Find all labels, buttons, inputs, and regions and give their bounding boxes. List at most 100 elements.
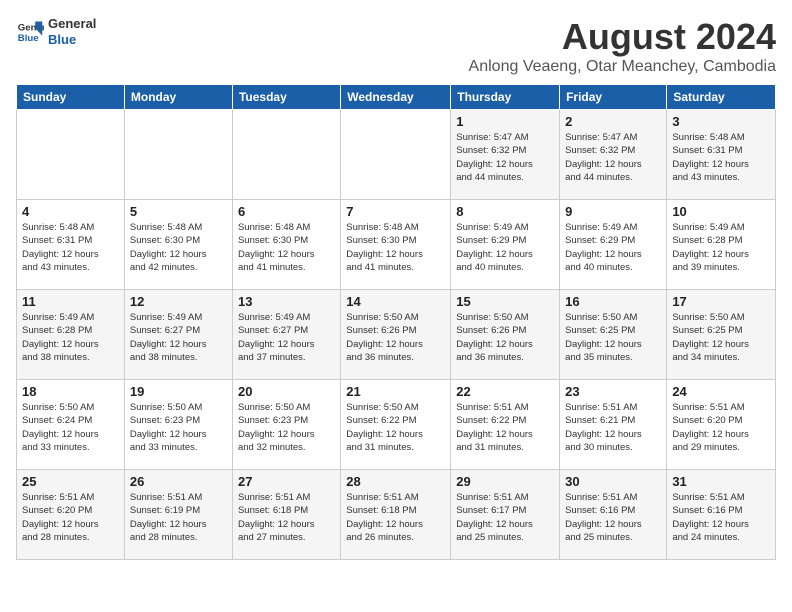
day-cell: 12 Sunrise: 5:49 AM Sunset: 6:27 PM Dayli… <box>124 290 232 380</box>
day-number: 13 <box>238 294 335 309</box>
day-info: Sunrise: 5:51 AM Sunset: 6:16 PM Dayligh… <box>565 491 661 544</box>
day-number: 8 <box>456 204 554 219</box>
day-info: Sunrise: 5:51 AM Sunset: 6:18 PM Dayligh… <box>346 491 445 544</box>
day-cell: 4 Sunrise: 5:48 AM Sunset: 6:31 PM Daylig… <box>17 200 125 290</box>
day-cell: 6Sunrise: 5:48 AM Sunset: 6:30 PM Daylig… <box>232 200 340 290</box>
day-cell: 21 Sunrise: 5:50 AM Sunset: 6:22 PM Dayli… <box>341 380 451 470</box>
day-cell: 3Sunrise: 5:48 AM Sunset: 6:31 PM Daylig… <box>667 110 776 200</box>
day-cell: 24Sunrise: 5:51 AM Sunset: 6:20 PM Dayli… <box>667 380 776 470</box>
day-info: Sunrise: 5:50 AM Sunset: 6:22 PM Dayligh… <box>346 401 445 454</box>
day-info: Sunrise: 5:50 AM Sunset: 6:24 PM Dayligh… <box>22 401 119 454</box>
week-row-5: 25 Sunrise: 5:51 AM Sunset: 6:20 PM Dayli… <box>17 470 776 560</box>
day-info: Sunrise: 5:49 AM Sunset: 6:29 PM Dayligh… <box>565 221 661 274</box>
header-cell-monday: Monday <box>124 85 232 110</box>
day-cell <box>17 110 125 200</box>
day-info: Sunrise: 5:51 AM Sunset: 6:20 PM Dayligh… <box>22 491 119 544</box>
day-info: Sunrise: 5:51 AM Sunset: 6:17 PM Dayligh… <box>456 491 554 544</box>
day-cell: 2 Sunrise: 5:47 AM Sunset: 6:32 PM Daylig… <box>560 110 667 200</box>
day-info: Sunrise: 5:48 AM Sunset: 6:30 PM Dayligh… <box>346 221 445 274</box>
day-number: 20 <box>238 384 335 399</box>
header-cell-thursday: Thursday <box>451 85 560 110</box>
day-cell: 15Sunrise: 5:50 AM Sunset: 6:26 PM Dayli… <box>451 290 560 380</box>
day-info: Sunrise: 5:50 AM Sunset: 6:26 PM Dayligh… <box>346 311 445 364</box>
day-number: 6 <box>238 204 335 219</box>
title-section: August 2024 Anlong Veaeng, Otar Meanchey… <box>469 16 776 76</box>
day-cell: 8 Sunrise: 5:49 AM Sunset: 6:29 PM Daylig… <box>451 200 560 290</box>
week-row-3: 11 Sunrise: 5:49 AM Sunset: 6:28 PM Dayli… <box>17 290 776 380</box>
day-info: Sunrise: 5:50 AM Sunset: 6:25 PM Dayligh… <box>565 311 661 364</box>
day-number: 31 <box>672 474 770 489</box>
day-number: 23 <box>565 384 661 399</box>
day-cell <box>232 110 340 200</box>
day-number: 26 <box>130 474 227 489</box>
day-info: Sunrise: 5:51 AM Sunset: 6:22 PM Dayligh… <box>456 401 554 454</box>
day-number: 12 <box>130 294 227 309</box>
day-cell: 29 Sunrise: 5:51 AM Sunset: 6:17 PM Dayli… <box>451 470 560 560</box>
logo-line1: General <box>48 16 96 32</box>
day-number: 29 <box>456 474 554 489</box>
day-cell: 11 Sunrise: 5:49 AM Sunset: 6:28 PM Dayli… <box>17 290 125 380</box>
day-cell: 27 Sunrise: 5:51 AM Sunset: 6:18 PM Dayli… <box>232 470 340 560</box>
day-info: Sunrise: 5:51 AM Sunset: 6:21 PM Dayligh… <box>565 401 661 454</box>
day-info: Sunrise: 5:51 AM Sunset: 6:19 PM Dayligh… <box>130 491 227 544</box>
day-number: 7 <box>346 204 445 219</box>
header-cell-wednesday: Wednesday <box>341 85 451 110</box>
day-info: Sunrise: 5:50 AM Sunset: 6:23 PM Dayligh… <box>130 401 227 454</box>
day-number: 27 <box>238 474 335 489</box>
day-info: Sunrise: 5:51 AM Sunset: 6:20 PM Dayligh… <box>672 401 770 454</box>
day-info: Sunrise: 5:51 AM Sunset: 6:18 PM Dayligh… <box>238 491 335 544</box>
day-number: 14 <box>346 294 445 309</box>
day-cell: 1Sunrise: 5:47 AM Sunset: 6:32 PM Daylig… <box>451 110 560 200</box>
week-row-1: 1Sunrise: 5:47 AM Sunset: 6:32 PM Daylig… <box>17 110 776 200</box>
day-cell: 16 Sunrise: 5:50 AM Sunset: 6:25 PM Dayli… <box>560 290 667 380</box>
day-number: 5 <box>130 204 227 219</box>
day-cell: 13Sunrise: 5:49 AM Sunset: 6:27 PM Dayli… <box>232 290 340 380</box>
day-cell: 19 Sunrise: 5:50 AM Sunset: 6:23 PM Dayli… <box>124 380 232 470</box>
day-number: 4 <box>22 204 119 219</box>
day-number: 3 <box>672 114 770 129</box>
day-cell: 26 Sunrise: 5:51 AM Sunset: 6:19 PM Dayli… <box>124 470 232 560</box>
calendar-table: SundayMondayTuesdayWednesdayThursdayFrid… <box>16 84 776 560</box>
day-info: Sunrise: 5:51 AM Sunset: 6:16 PM Dayligh… <box>672 491 770 544</box>
logo-icon: General Blue <box>16 18 44 46</box>
header-cell-friday: Friday <box>560 85 667 110</box>
svg-text:Blue: Blue <box>18 32 39 43</box>
day-number: 25 <box>22 474 119 489</box>
day-cell: 17Sunrise: 5:50 AM Sunset: 6:25 PM Dayli… <box>667 290 776 380</box>
day-cell: 25 Sunrise: 5:51 AM Sunset: 6:20 PM Dayli… <box>17 470 125 560</box>
day-number: 22 <box>456 384 554 399</box>
logo-line2: Blue <box>48 32 96 48</box>
header-cell-tuesday: Tuesday <box>232 85 340 110</box>
day-info: Sunrise: 5:47 AM Sunset: 6:32 PM Dayligh… <box>456 131 554 184</box>
day-info: Sunrise: 5:49 AM Sunset: 6:28 PM Dayligh… <box>22 311 119 364</box>
day-cell: 14 Sunrise: 5:50 AM Sunset: 6:26 PM Dayli… <box>341 290 451 380</box>
day-cell: 5Sunrise: 5:48 AM Sunset: 6:30 PM Daylig… <box>124 200 232 290</box>
day-info: Sunrise: 5:49 AM Sunset: 6:27 PM Dayligh… <box>130 311 227 364</box>
day-number: 16 <box>565 294 661 309</box>
day-info: Sunrise: 5:50 AM Sunset: 6:25 PM Dayligh… <box>672 311 770 364</box>
day-cell: 10Sunrise: 5:49 AM Sunset: 6:28 PM Dayli… <box>667 200 776 290</box>
calendar-header-row: SundayMondayTuesdayWednesdayThursdayFrid… <box>17 85 776 110</box>
day-cell: 31 Sunrise: 5:51 AM Sunset: 6:16 PM Dayli… <box>667 470 776 560</box>
day-number: 28 <box>346 474 445 489</box>
day-cell: 22 Sunrise: 5:51 AM Sunset: 6:22 PM Dayli… <box>451 380 560 470</box>
day-cell <box>341 110 451 200</box>
day-number: 9 <box>565 204 661 219</box>
logo: General Blue General Blue <box>16 16 96 47</box>
day-cell: 18Sunrise: 5:50 AM Sunset: 6:24 PM Dayli… <box>17 380 125 470</box>
day-info: Sunrise: 5:50 AM Sunset: 6:26 PM Dayligh… <box>456 311 554 364</box>
day-cell <box>124 110 232 200</box>
day-info: Sunrise: 5:47 AM Sunset: 6:32 PM Dayligh… <box>565 131 661 184</box>
day-number: 21 <box>346 384 445 399</box>
day-number: 11 <box>22 294 119 309</box>
week-row-4: 18Sunrise: 5:50 AM Sunset: 6:24 PM Dayli… <box>17 380 776 470</box>
day-cell: 28 Sunrise: 5:51 AM Sunset: 6:18 PM Dayli… <box>341 470 451 560</box>
day-info: Sunrise: 5:48 AM Sunset: 6:31 PM Dayligh… <box>22 221 119 274</box>
week-row-2: 4 Sunrise: 5:48 AM Sunset: 6:31 PM Daylig… <box>17 200 776 290</box>
day-number: 19 <box>130 384 227 399</box>
day-number: 2 <box>565 114 661 129</box>
header: General Blue General Blue August 2024 An… <box>16 16 776 76</box>
day-info: Sunrise: 5:49 AM Sunset: 6:29 PM Dayligh… <box>456 221 554 274</box>
day-number: 10 <box>672 204 770 219</box>
calendar-body: 1Sunrise: 5:47 AM Sunset: 6:32 PM Daylig… <box>17 110 776 560</box>
